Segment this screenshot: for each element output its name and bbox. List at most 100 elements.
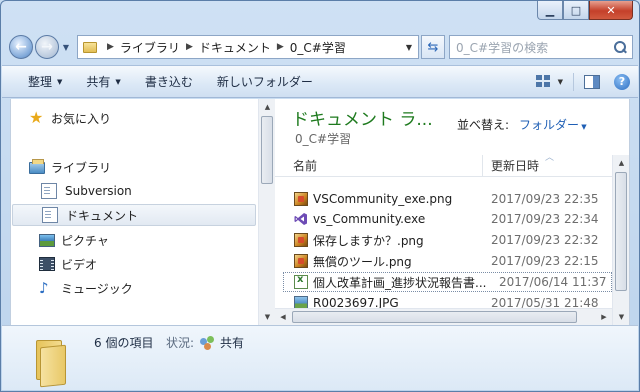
sidebar-item-label: お気に入り: [51, 111, 112, 126]
column-header-name[interactable]: 名前: [275, 155, 483, 176]
library-subtitle: 0_C#学習: [295, 132, 352, 146]
breadcrumb-separator-icon[interactable]: ▶: [186, 42, 193, 52]
library-header: ドキュメント ラ... 0_C#学習 並べ替え: フォルダー: [275, 99, 629, 149]
organize-menu[interactable]: 整理 ▼: [28, 73, 62, 90]
view-controls: ▼ ?: [535, 66, 630, 97]
file-date: 2017/09/23 22:15: [491, 254, 599, 268]
breadcrumb-current-folder[interactable]: 0_C#学習: [290, 39, 346, 56]
sidebar-item-videos[interactable]: ビデオ: [39, 253, 97, 275]
forward-arrow-icon: →: [41, 39, 53, 55]
file-row[interactable]: vs_Community.exe 2017/09/23 22:34: [275, 209, 612, 229]
help-icon[interactable]: ?: [614, 73, 630, 90]
minimize-button[interactable]: ▁: [537, 1, 563, 20]
close-button[interactable]: ✕: [589, 1, 633, 20]
sidebar-item-pictures[interactable]: ピクチャ: [39, 229, 109, 251]
sidebar-item-subversion[interactable]: Subversion: [39, 180, 132, 202]
arrange-by-dropdown[interactable]: フォルダー: [519, 116, 587, 133]
recent-pages-dropdown[interactable]: ▼: [59, 35, 73, 59]
scrollbar-thumb[interactable]: [615, 172, 627, 291]
music-library-icon: ♪: [39, 279, 49, 297]
column-header-date[interactable]: ︿ 更新日時: [483, 153, 612, 176]
explorer-window: ▁ □ ✕ ← → ▼ ▶ ライブラリ ▶ ドキュメント ▶ 0_C#学習 ▼ …: [0, 0, 640, 392]
video-library-icon: [39, 257, 55, 271]
sidebar-item-label: ライブラリ: [51, 160, 112, 175]
organize-label: 整理: [28, 75, 53, 89]
document-library-icon: [41, 183, 57, 199]
scrollbar-thumb[interactable]: [292, 311, 577, 323]
library-icon: [29, 159, 45, 174]
png-file-icon: [294, 192, 308, 206]
search-input[interactable]: 0_C#学習の検索: [449, 35, 633, 59]
sidebar-item-music[interactable]: ♪ ミュージック: [39, 277, 133, 299]
sidebar-item-favorites[interactable]: ★ お気に入り: [29, 107, 111, 129]
sidebar-item-label: ビデオ: [61, 257, 98, 272]
caption-buttons: ▁ □ ✕: [537, 1, 633, 20]
breadcrumb-separator-icon[interactable]: ▶: [277, 42, 284, 52]
file-list-vertical-scrollbar[interactable]: ▲ ▼: [612, 155, 629, 325]
navigation-pane-scrollbar[interactable]: ▲ ▼: [258, 99, 275, 325]
chevron-down-icon: ▼: [62, 42, 70, 52]
scroll-up-icon[interactable]: ▲: [613, 155, 630, 171]
close-icon: ✕: [606, 3, 616, 17]
new-folder-button[interactable]: 新しいフォルダー: [217, 73, 313, 90]
folder-icon: [30, 332, 78, 388]
file-row[interactable]: VSCommunity_exe.png 2017/09/23 22:35: [275, 189, 612, 209]
sidebar-item-documents[interactable]: ドキュメント: [12, 204, 256, 226]
sort-ascending-icon: ︿: [545, 153, 555, 163]
column-header-date-label: 更新日時: [491, 159, 540, 173]
chevron-down-icon: ▼: [57, 77, 63, 86]
main-content: ★ お気に入り ライブラリ Subversion ドキュメント ピクチャ ビデオ…: [10, 99, 630, 325]
file-row[interactable]: 保存しますか？.png 2017/09/23 22:32: [275, 230, 612, 250]
file-date: 2017/09/23 22:34: [491, 212, 599, 226]
share-label: 共有: [86, 75, 111, 89]
file-name: 個人改革計画_進捗状況報告書...: [313, 275, 487, 290]
scroll-up-icon[interactable]: ▲: [259, 99, 276, 115]
maximize-button[interactable]: □: [563, 1, 589, 20]
file-row[interactable]: 無償のツール.png 2017/09/23 22:15: [275, 251, 612, 271]
address-bar[interactable]: ▶ ライブラリ ▶ ドキュメント ▶ 0_C#学習 ▼: [77, 35, 419, 59]
png-file-icon: [294, 254, 308, 268]
command-bar: 整理 ▼ 共有 ▼ 書き込む 新しいフォルダー ▼ ?: [2, 65, 638, 98]
scroll-right-icon[interactable]: ▶: [596, 309, 612, 325]
breadcrumb-separator-icon[interactable]: ▶: [107, 42, 114, 52]
refresh-button[interactable]: ⇆: [421, 35, 445, 59]
search-icon[interactable]: [614, 41, 626, 53]
visual-studio-icon: [294, 213, 307, 225]
back-arrow-icon: ←: [15, 39, 27, 55]
share-status: 状況: 共有: [166, 334, 244, 351]
file-list-horizontal-scrollbar[interactable]: ◀ ▶: [275, 308, 612, 325]
refresh-icon: ⇆: [427, 39, 439, 55]
burn-button[interactable]: 書き込む: [145, 73, 193, 90]
back-button[interactable]: ←: [9, 35, 33, 59]
scroll-down-icon[interactable]: ▼: [613, 309, 630, 325]
address-dropdown-icon[interactable]: ▼: [400, 36, 418, 58]
breadcrumb-libraries[interactable]: ライブラリ: [120, 39, 180, 56]
breadcrumb-documents[interactable]: ドキュメント: [199, 39, 271, 56]
scroll-left-icon[interactable]: ◀: [275, 309, 291, 325]
excel-file-icon: [294, 274, 308, 289]
share-menu[interactable]: 共有 ▼: [86, 73, 120, 90]
pictures-library-icon: [39, 234, 55, 247]
sidebar-item-label: ピクチャ: [61, 233, 109, 248]
status-value: 共有: [220, 336, 245, 350]
file-name: vs_Community.exe: [313, 212, 426, 226]
scrollbar-thumb[interactable]: [261, 116, 273, 184]
sidebar-item-label: Subversion: [65, 184, 132, 198]
maximize-icon: □: [570, 3, 582, 17]
png-file-icon: [294, 233, 308, 247]
scroll-down-icon[interactable]: ▼: [259, 309, 276, 325]
navigation-bar: ← → ▼ ▶ ライブラリ ▶ ドキュメント ▶ 0_C#学習 ▼ ⇆ 0_C#…: [9, 33, 633, 61]
file-date: 2017/06/14 11:37: [499, 275, 607, 289]
preview-pane-icon[interactable]: [584, 74, 600, 89]
view-options-dropdown-icon[interactable]: ▼: [558, 78, 563, 86]
navigation-pane: ★ お気に入り ライブラリ Subversion ドキュメント ピクチャ ビデオ…: [11, 99, 258, 325]
item-count: 6 個の項目: [94, 336, 154, 350]
sidebar-item-libraries[interactable]: ライブラリ: [29, 156, 111, 178]
file-name: 保存しますか？.png: [313, 233, 424, 248]
status-label: 状況:: [166, 336, 195, 350]
file-row[interactable]: 個人改革計画_進捗状況報告書... 2017/06/14 11:37: [283, 272, 612, 292]
forward-button[interactable]: →: [35, 35, 59, 59]
star-icon: ★: [29, 108, 44, 127]
change-view-icon[interactable]: [535, 74, 554, 89]
file-date: 2017/09/23 22:32: [491, 233, 599, 247]
